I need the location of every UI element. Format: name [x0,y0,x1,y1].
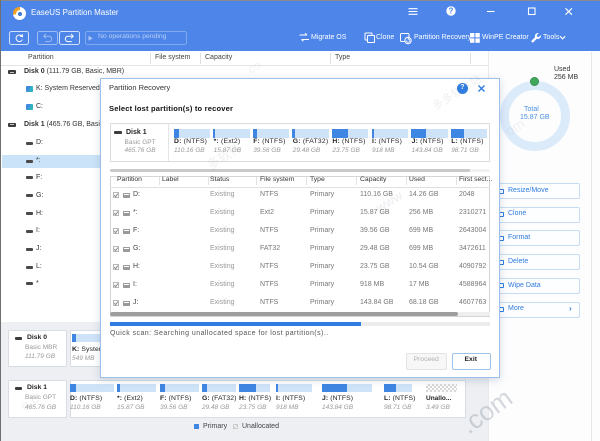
svg-text:?: ? [449,7,454,16]
